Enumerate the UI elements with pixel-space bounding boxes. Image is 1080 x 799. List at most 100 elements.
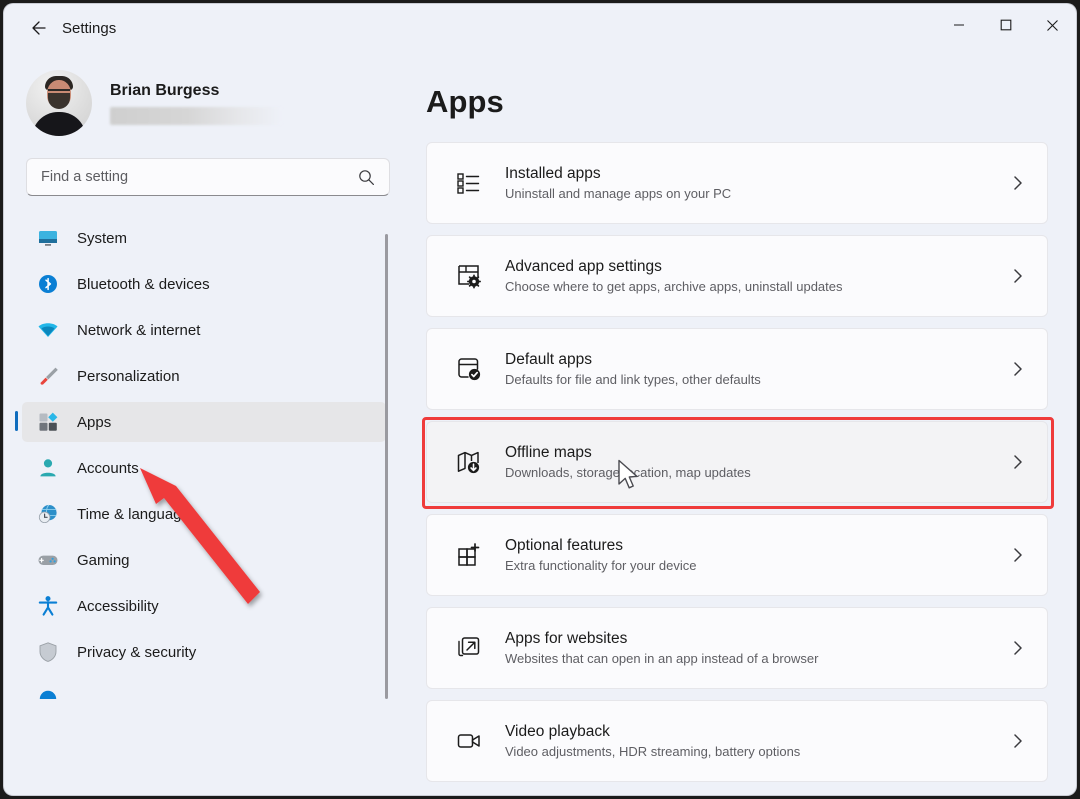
sidebar-item-system[interactable]: System xyxy=(22,218,386,258)
avatar-beard xyxy=(48,93,70,109)
shield-icon xyxy=(34,641,62,663)
list-apps-icon xyxy=(451,170,487,196)
card-subtitle: Extra functionality for your device xyxy=(505,558,697,573)
chevron-right-icon xyxy=(1011,268,1025,289)
close-button[interactable] xyxy=(1029,4,1076,46)
update-icon xyxy=(34,687,62,709)
card-apps-for-websites[interactable]: Apps for websites Websites that can open… xyxy=(426,607,1048,689)
card-subtitle: Downloads, storage location, map updates xyxy=(505,465,751,480)
sidebar-item-accessibility[interactable]: Accessibility xyxy=(22,586,386,626)
gamepad-icon xyxy=(34,549,62,571)
card-video-playback[interactable]: Video playback Video adjustments, HDR st… xyxy=(426,700,1048,782)
paintbrush-icon xyxy=(34,365,62,387)
window-check-icon xyxy=(451,356,487,382)
video-camera-icon xyxy=(451,728,487,754)
card-text: Offline maps Downloads, storage location… xyxy=(505,444,751,480)
chevron-right-icon xyxy=(1011,454,1025,475)
card-title: Default apps xyxy=(505,351,593,368)
sidebar-item-label: Apps xyxy=(77,413,112,431)
user-profile[interactable]: Brian Burgess xyxy=(26,70,396,136)
accessibility-icon xyxy=(34,595,62,617)
sidebar-item-accounts[interactable]: Accounts xyxy=(22,448,386,488)
sidebar-nav: System Bluetooth & devices Network & int… xyxy=(4,212,396,772)
sidebar-item-network-internet[interactable]: Network & internet xyxy=(22,310,386,350)
card-subtitle: Video adjustments, HDR streaming, batter… xyxy=(505,744,801,759)
sidebar-item-label: Personalization xyxy=(77,367,180,385)
apps-grid-icon xyxy=(34,411,62,433)
sidebar-item-time-language[interactable]: Time & language xyxy=(22,494,386,534)
card-text: Optional features Extra functionality fo… xyxy=(505,537,696,573)
title-bar: Settings xyxy=(4,4,1076,52)
card-title: Advanced app settings xyxy=(505,258,662,275)
sidebar-item-label: Network & internet xyxy=(77,321,201,339)
search-input[interactable] xyxy=(41,169,341,185)
card-installed-apps[interactable]: Installed apps Uninstall and manage apps… xyxy=(426,142,1048,224)
avatar xyxy=(26,70,92,136)
monitor-icon xyxy=(34,227,62,249)
card-text: Apps for websites Websites that can open… xyxy=(505,630,818,666)
sidebar-item-label: Gaming xyxy=(77,551,130,569)
card-subtitle: Choose where to get apps, archive apps, … xyxy=(505,279,843,294)
bluetooth-icon xyxy=(34,273,62,295)
sidebar-item-gaming[interactable]: Gaming xyxy=(22,540,386,580)
maximize-button[interactable] xyxy=(982,4,1029,46)
card-text: Installed apps Uninstall and manage apps… xyxy=(505,165,731,201)
window-controls xyxy=(935,4,1076,46)
minimize-button[interactable] xyxy=(935,4,982,46)
chevron-right-icon xyxy=(1011,640,1025,661)
chevron-right-icon xyxy=(1011,361,1025,382)
search-box[interactable] xyxy=(26,158,390,196)
main-content: Apps Installed apps Uninstall and manage… xyxy=(396,52,1076,795)
back-arrow-icon xyxy=(32,21,46,35)
grid-plus-icon xyxy=(451,542,487,568)
app-title: Settings xyxy=(62,19,117,37)
card-title: Optional features xyxy=(505,537,624,554)
card-title: Video playback xyxy=(505,723,610,740)
user-email-redacted xyxy=(110,106,282,125)
card-default-apps[interactable]: Default apps Defaults for file and link … xyxy=(426,328,1048,410)
card-title: Installed apps xyxy=(505,165,601,182)
chevron-right-icon xyxy=(1011,733,1025,754)
search-icon xyxy=(359,170,374,185)
card-text: Video playback Video adjustments, HDR st… xyxy=(505,723,800,759)
sidebar-item-label: Accessibility xyxy=(77,597,159,615)
sidebar-item-label: Accounts xyxy=(77,459,139,477)
sidebar-item-label: Privacy & security xyxy=(77,643,197,661)
person-icon xyxy=(34,457,62,479)
wifi-icon xyxy=(34,319,62,341)
clock-globe-icon xyxy=(34,503,62,525)
sidebar: Brian Burgess System xyxy=(4,52,396,795)
maximize-icon xyxy=(1000,19,1011,31)
back-button[interactable] xyxy=(20,13,56,43)
page-title: Apps xyxy=(426,84,504,119)
sidebar-item-bluetooth-devices[interactable]: Bluetooth & devices xyxy=(22,264,386,304)
sidebar-item-label: Bluetooth & devices xyxy=(77,275,210,293)
chevron-right-icon xyxy=(1011,175,1025,196)
close-icon xyxy=(1047,19,1058,31)
card-advanced-app-settings[interactable]: Advanced app settings Choose where to ge… xyxy=(426,235,1048,317)
card-optional-features[interactable]: Optional features Extra functionality fo… xyxy=(426,514,1048,596)
external-window-icon xyxy=(451,635,487,661)
sidebar-item-privacy-security[interactable]: Privacy & security xyxy=(22,632,386,672)
minimize-icon xyxy=(953,24,964,26)
sidebar-scrollbar[interactable] xyxy=(385,234,388,699)
sidebar-item-label: Time & language xyxy=(77,505,190,523)
card-subtitle: Websites that can open in an app instead… xyxy=(505,651,819,666)
window-gear-icon xyxy=(451,263,487,289)
settings-window: Settings Brian Burgess Find a setting Sy… xyxy=(4,4,1076,795)
card-text: Advanced app settings Choose where to ge… xyxy=(505,258,843,294)
map-download-icon xyxy=(451,449,487,475)
sidebar-item-apps[interactable]: Apps xyxy=(15,402,386,442)
card-title: Apps for websites xyxy=(505,630,628,647)
sidebar-item-personalization[interactable]: Personalization xyxy=(22,356,386,396)
chevron-right-icon xyxy=(1011,547,1025,568)
sidebar-item-windows-update[interactable] xyxy=(22,678,386,718)
card-subtitle: Defaults for file and link types, other … xyxy=(505,372,761,387)
sidebar-item-label: System xyxy=(77,229,128,247)
settings-card-list: Installed apps Uninstall and manage apps… xyxy=(422,142,1054,782)
avatar-body xyxy=(32,112,86,136)
card-text: Default apps Defaults for file and link … xyxy=(505,351,761,387)
profile-text: Brian Burgess xyxy=(110,82,282,125)
card-offline-maps[interactable]: Offline maps Downloads, storage location… xyxy=(422,417,1054,509)
card-subtitle: Uninstall and manage apps on your PC xyxy=(505,186,732,201)
